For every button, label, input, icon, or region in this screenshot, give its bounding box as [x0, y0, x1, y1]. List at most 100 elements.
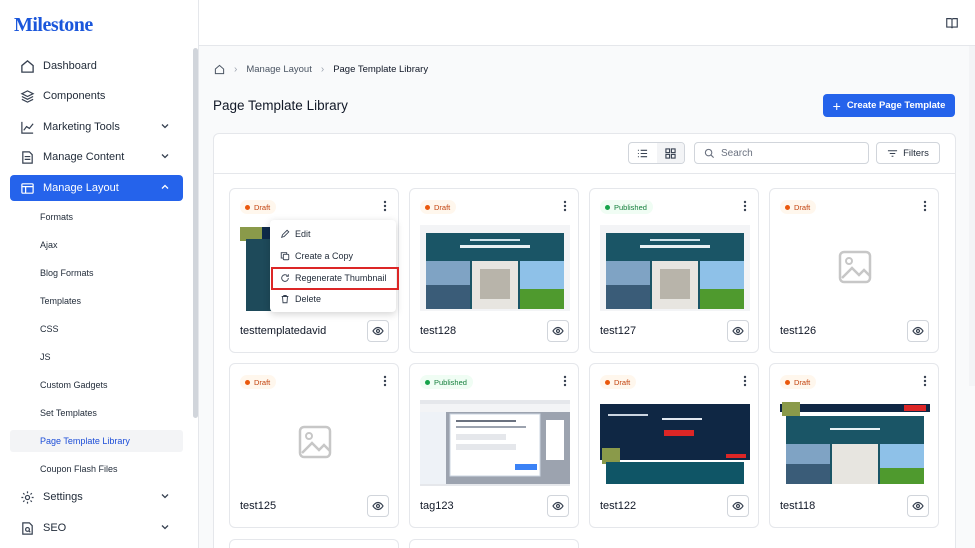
sidebar-sub-css[interactable]: CSS — [10, 318, 183, 340]
status-badge: Draft — [780, 375, 817, 389]
page-title: Page Template Library — [213, 98, 348, 113]
sidebar-sub-custom-gadgets[interactable]: Custom Gadgets — [10, 374, 183, 396]
grid-view-button[interactable] — [656, 143, 684, 163]
template-thumbnail — [420, 225, 570, 311]
status-label: Draft — [614, 377, 631, 387]
status-label: Draft — [794, 377, 811, 387]
home-icon[interactable] — [214, 64, 225, 75]
sidebar-item-label: Manage Content — [43, 151, 125, 163]
sidebar-item-marketing-tools[interactable]: Marketing Tools — [10, 114, 183, 140]
template-card[interactable] — [229, 539, 399, 548]
grid-icon — [665, 147, 676, 159]
context-menu: Edit Create a Copy Regenerate Thumbnail … — [270, 220, 396, 312]
sidebar-item-manage-content[interactable]: Manage Content — [10, 144, 183, 170]
home-icon — [21, 59, 34, 73]
more-options-icon[interactable] — [560, 199, 570, 213]
sidebar-sub-page-template-library[interactable]: Page Template Library — [10, 430, 183, 452]
template-card[interactable]: Draft test125 — [229, 363, 399, 528]
menu-item-create-copy[interactable]: Create a Copy — [270, 246, 396, 266]
chevron-down-icon — [161, 494, 169, 499]
template-card[interactable] — [409, 539, 579, 548]
template-name: test127 — [600, 325, 637, 337]
status-badge: Draft — [420, 200, 457, 214]
sidebar-item-label: Marketing Tools — [43, 121, 120, 133]
template-card[interactable]: Draft test118 — [769, 363, 939, 528]
template-name: tag123 — [420, 500, 454, 512]
template-card[interactable]: Draft test128 — [409, 188, 579, 353]
sidebar: Milestone Dashboard Components Marketing… — [0, 0, 199, 548]
preview-button[interactable] — [547, 495, 569, 517]
sidebar-sub-formats[interactable]: Formats — [10, 206, 183, 228]
template-name: test122 — [600, 500, 637, 512]
image-placeholder-icon — [298, 425, 332, 459]
layout-icon — [21, 182, 34, 194]
sidebar-item-settings[interactable]: Settings — [10, 484, 183, 510]
more-options-icon[interactable] — [380, 199, 390, 213]
highlight-box — [271, 267, 399, 290]
sidebar-item-label: SEO — [43, 522, 67, 534]
sidebar-item-manage-layout[interactable]: Manage Layout — [10, 175, 183, 201]
status-dot — [785, 379, 790, 385]
preview-button[interactable] — [907, 495, 929, 517]
status-badge: Draft — [780, 200, 817, 214]
status-label: Published — [614, 202, 647, 212]
app-logo: Milestone — [14, 14, 93, 36]
trash-icon — [281, 295, 289, 304]
status-label: Draft — [254, 377, 271, 387]
status-dot — [425, 379, 430, 385]
template-card[interactable]: Draft test126 — [769, 188, 939, 353]
book-icon[interactable] — [945, 16, 959, 30]
sidebar-scrollbar[interactable] — [193, 48, 198, 418]
template-name: testtemplatedavid — [240, 325, 327, 337]
chevron-down-icon — [161, 124, 169, 129]
sidebar-item-seo[interactable]: SEO — [10, 515, 183, 541]
template-card[interactable]: Published tag123 — [409, 363, 579, 528]
eye-icon — [552, 501, 564, 511]
more-options-icon[interactable] — [920, 374, 930, 388]
create-page-template-button[interactable]: + Create Page Template — [823, 94, 955, 117]
search-input[interactable]: Search — [694, 142, 869, 164]
filters-button[interactable]: Filters — [876, 142, 940, 164]
chevron-up-icon — [161, 184, 169, 189]
more-options-icon[interactable] — [380, 374, 390, 388]
template-name: test125 — [240, 500, 277, 512]
breadcrumb: › Manage Layout › Page Template Library — [214, 64, 428, 75]
template-thumbnail — [600, 400, 750, 486]
sidebar-item-dashboard[interactable]: Dashboard — [10, 53, 183, 79]
sidebar-sub-js[interactable]: JS — [10, 346, 183, 368]
preview-button[interactable] — [547, 320, 569, 342]
menu-item-edit[interactable]: Edit — [270, 224, 396, 244]
sidebar-sub-set-templates[interactable]: Set Templates — [10, 402, 183, 424]
preview-button[interactable] — [907, 320, 929, 342]
preview-button[interactable] — [727, 320, 749, 342]
sidebar-item-components[interactable]: Components — [10, 83, 183, 109]
template-name: test118 — [780, 500, 816, 512]
preview-button[interactable] — [727, 495, 749, 517]
template-thumbnail — [780, 400, 930, 486]
preview-button[interactable] — [367, 320, 389, 342]
breadcrumb-manage-layout[interactable]: Manage Layout — [246, 64, 312, 75]
gear-icon — [21, 490, 34, 504]
more-options-icon[interactable] — [740, 199, 750, 213]
layers-icon — [20, 89, 35, 103]
template-thumbnail — [600, 225, 750, 311]
sidebar-sub-templates[interactable]: Templates — [10, 290, 183, 312]
more-options-icon[interactable] — [560, 374, 570, 388]
preview-button[interactable] — [367, 495, 389, 517]
sidebar-sub-blog-formats[interactable]: Blog Formats — [10, 262, 183, 284]
sidebar-sub-coupon-flash-files[interactable]: Coupon Flash Files — [10, 458, 183, 480]
status-dot — [605, 379, 610, 385]
template-card[interactable]: Draft test122 — [589, 363, 759, 528]
more-options-icon[interactable] — [740, 374, 750, 388]
template-card[interactable]: Published test127 — [589, 188, 759, 353]
chevron-down-icon — [161, 154, 169, 159]
list-view-button[interactable] — [629, 143, 657, 163]
more-options-icon[interactable] — [920, 199, 930, 213]
menu-item-label: Create a Copy — [295, 251, 354, 261]
sidebar-sub-ajax[interactable]: Ajax — [10, 234, 183, 256]
sidebar-item-label: Manage Layout — [43, 182, 119, 194]
menu-item-delete[interactable]: Delete — [270, 289, 396, 309]
menu-item-label: Delete — [295, 294, 322, 304]
eye-icon — [372, 326, 384, 336]
main-scrollbar[interactable] — [969, 46, 975, 386]
